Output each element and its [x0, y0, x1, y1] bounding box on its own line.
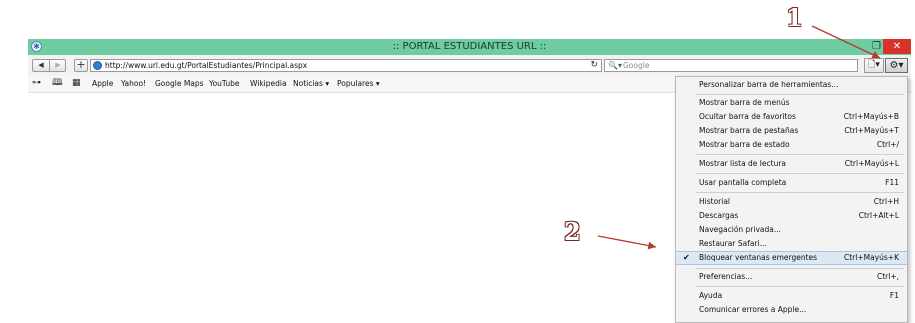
annotation-arrows	[597, 25, 881, 250]
annotation-step-1: 1	[786, 3, 803, 32]
arrow-to-gear	[811, 25, 881, 59]
arrow-to-block-popups	[597, 235, 657, 250]
annotation-step-2: 2	[564, 217, 581, 246]
